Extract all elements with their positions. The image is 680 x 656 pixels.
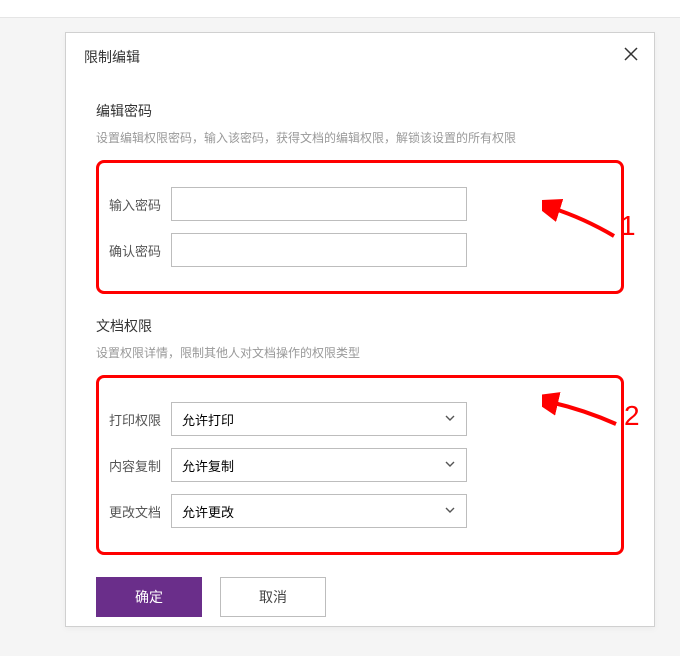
button-row: 确定 取消 xyxy=(96,577,624,617)
top-bar xyxy=(0,0,680,18)
copy-permission-label: 内容复制 xyxy=(109,456,171,475)
ok-button[interactable]: 确定 xyxy=(96,577,202,617)
modify-permission-select[interactable]: 允许更改 xyxy=(171,494,467,528)
print-permission-label: 打印权限 xyxy=(109,410,171,429)
chevron-down-icon xyxy=(444,504,456,519)
row-print-permission: 打印权限 允许打印 xyxy=(109,402,611,436)
copy-permission-select[interactable]: 允许复制 xyxy=(171,448,467,482)
section2-desc: 设置权限详情，限制其他人对文档操作的权限类型 xyxy=(96,344,624,361)
dialog-header: 限制编辑 xyxy=(66,33,654,77)
restrict-edit-dialog: 限制编辑 编辑密码 设置编辑权限密码，输入该密码，获得文档的编辑权限，解锁该设置… xyxy=(65,32,655,627)
row-copy-permission: 内容复制 允许复制 xyxy=(109,448,611,482)
chevron-down-icon xyxy=(444,412,456,427)
cancel-button-label: 取消 xyxy=(259,587,287,607)
annotation-arrow-2 xyxy=(542,388,622,434)
annotation-number-2: 2 xyxy=(624,400,640,432)
enter-password-label: 输入密码 xyxy=(109,195,171,214)
enter-password-input[interactable] xyxy=(171,187,467,221)
copy-permission-value: 允许复制 xyxy=(182,456,234,475)
row-confirm-password: 确认密码 xyxy=(109,233,611,267)
section1-desc: 设置编辑权限密码，输入该密码，获得文档的编辑权限，解锁该设置的所有权限 xyxy=(96,129,624,146)
print-permission-select[interactable]: 允许打印 xyxy=(171,402,467,436)
confirm-password-input[interactable] xyxy=(171,233,467,267)
row-modify-permission: 更改文档 允许更改 xyxy=(109,494,611,528)
annotation-arrow-1 xyxy=(542,198,620,244)
print-permission-value: 允许打印 xyxy=(182,410,234,429)
annotation-number-1: 1 xyxy=(620,210,636,242)
modify-permission-label: 更改文档 xyxy=(109,502,171,521)
cancel-button[interactable]: 取消 xyxy=(220,577,326,617)
ok-button-label: 确定 xyxy=(135,587,163,607)
chevron-down-icon xyxy=(444,458,456,473)
row-enter-password: 输入密码 xyxy=(109,187,611,221)
confirm-password-label: 确认密码 xyxy=(109,241,171,260)
section1-title: 编辑密码 xyxy=(96,101,624,121)
dialog-content: 编辑密码 设置编辑权限密码，输入该密码，获得文档的编辑权限，解锁该设置的所有权限… xyxy=(66,77,654,637)
section2-title: 文档权限 xyxy=(96,316,624,336)
modify-permission-value: 允许更改 xyxy=(182,502,234,521)
close-icon[interactable] xyxy=(622,45,640,63)
dialog-title-text: 限制编辑 xyxy=(84,49,140,65)
